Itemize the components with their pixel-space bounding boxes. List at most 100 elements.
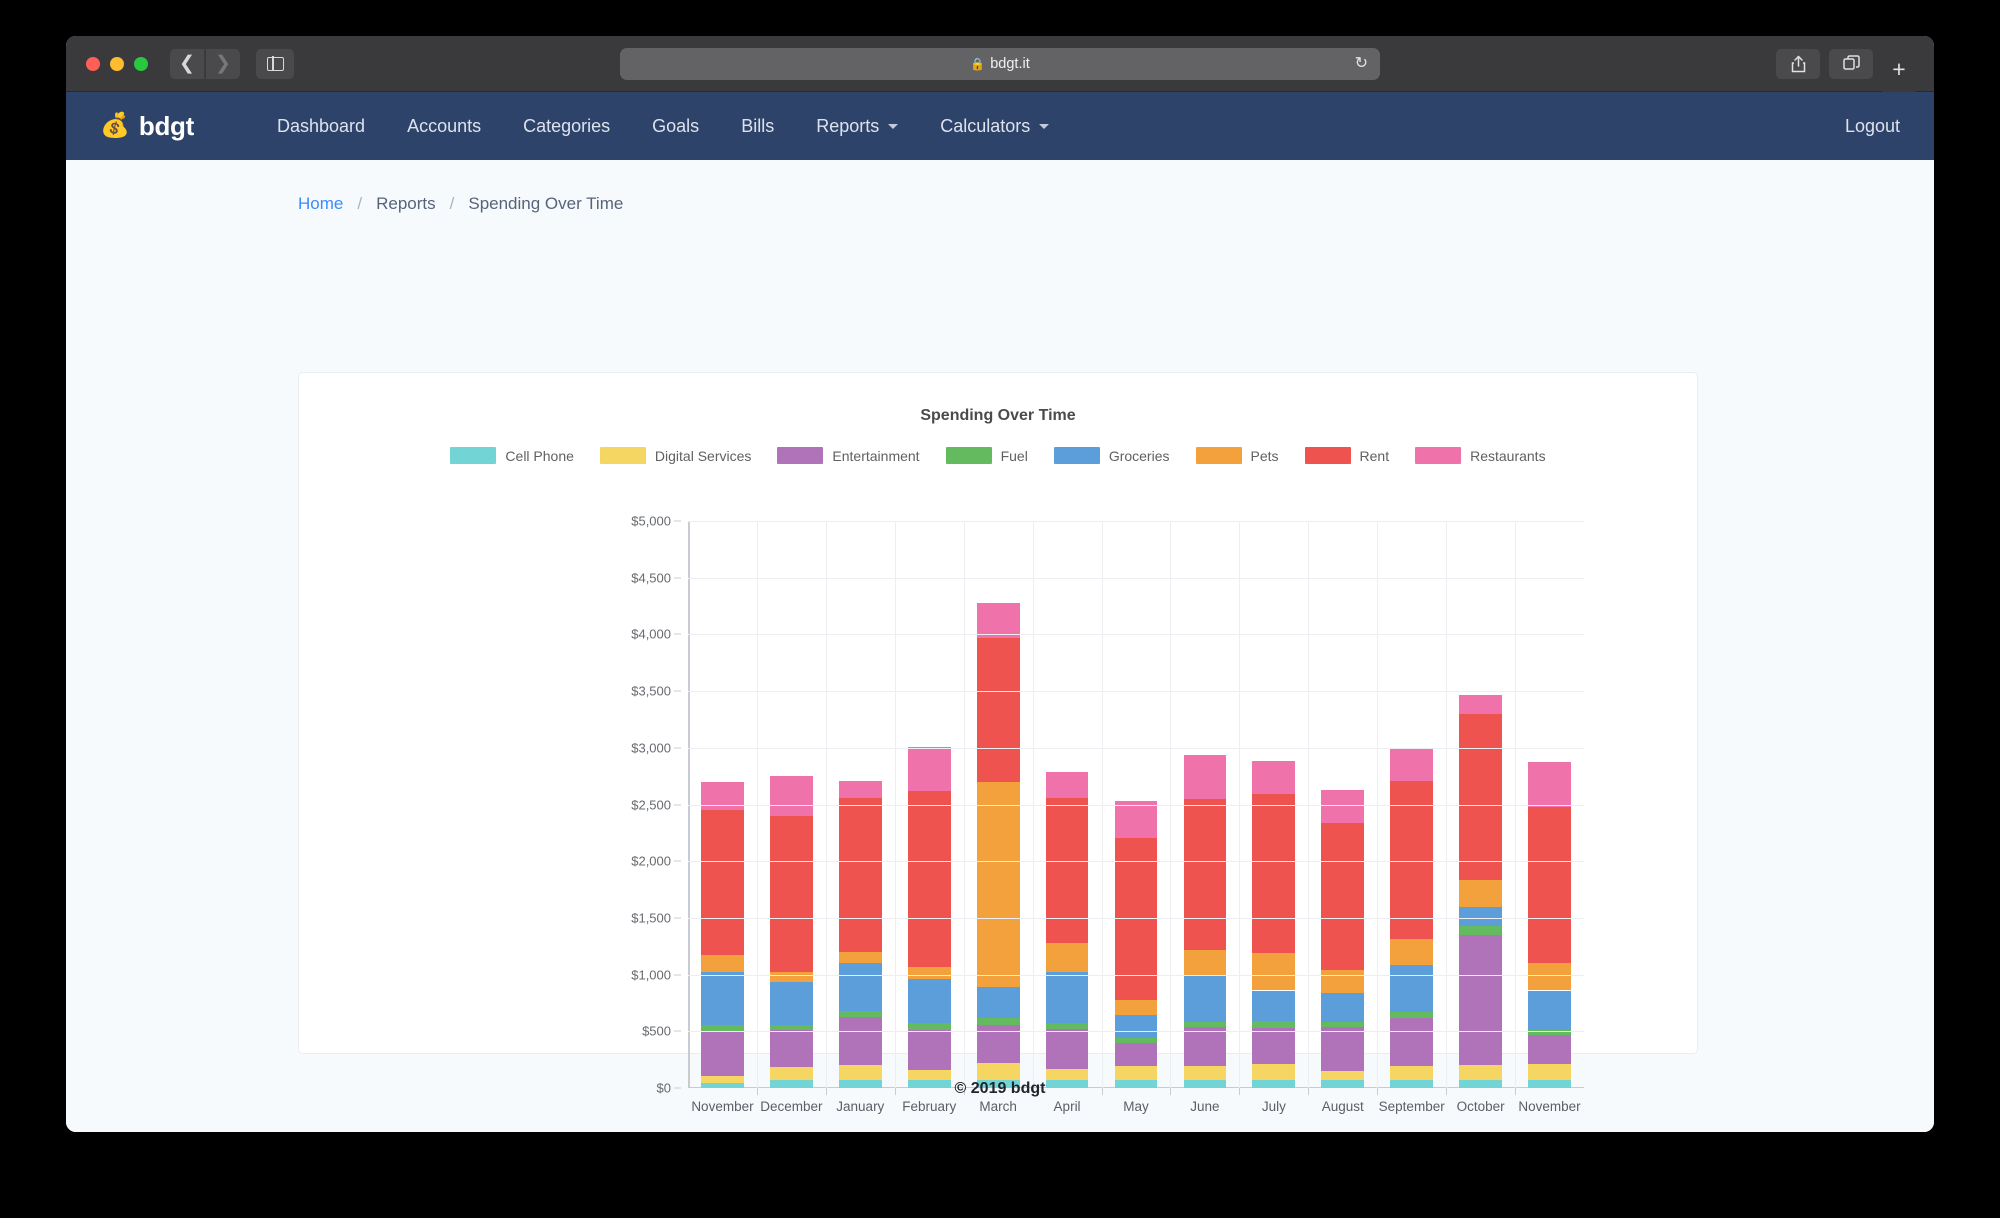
legend-item[interactable]: Restaurants: [1415, 447, 1546, 464]
bar-segment[interactable]: [1528, 1035, 1571, 1064]
bar-segment[interactable]: [1045, 942, 1089, 972]
nav-item-calculators[interactable]: Calculators: [919, 116, 1070, 137]
bar-stack[interactable]: [770, 776, 813, 1088]
bar-segment[interactable]: [1114, 1038, 1158, 1044]
bar-segment[interactable]: [1252, 1027, 1296, 1065]
bar-segment[interactable]: [1321, 822, 1365, 971]
bar-segment[interactable]: [1321, 1071, 1365, 1081]
sidebar-toggle-icon[interactable]: [256, 48, 294, 79]
bar-segment[interactable]: [1045, 1029, 1089, 1069]
breadcrumb-reports[interactable]: Reports: [376, 194, 436, 214]
bar-stack[interactable]: [1528, 761, 1571, 1088]
bar-segment[interactable]: [770, 981, 813, 1025]
bar-segment[interactable]: [1528, 990, 1571, 1030]
bar-segment[interactable]: [701, 955, 744, 973]
bar-segment[interactable]: [701, 810, 744, 956]
legend-item[interactable]: Cell Phone: [450, 447, 574, 464]
bar-segment[interactable]: [838, 1064, 882, 1081]
bar-segment[interactable]: [1321, 1022, 1365, 1028]
bar-segment[interactable]: [1390, 1018, 1434, 1066]
legend-item[interactable]: Entertainment: [777, 447, 920, 464]
brand-logo[interactable]: 💰 bdgt: [100, 111, 194, 142]
bar-segment[interactable]: [1390, 1012, 1434, 1019]
minimize-window-button[interactable]: [110, 56, 124, 71]
maximize-window-button[interactable]: [134, 56, 148, 71]
bar-segment[interactable]: [1045, 1068, 1089, 1081]
legend-item[interactable]: Pets: [1195, 447, 1279, 464]
nav-item-bills[interactable]: Bills: [720, 116, 795, 137]
bar-segment[interactable]: [976, 637, 1020, 783]
legend-item[interactable]: Rent: [1304, 447, 1389, 464]
bar-stack[interactable]: [701, 781, 744, 1088]
bar-segment[interactable]: [1321, 970, 1365, 993]
bar-segment[interactable]: [1183, 950, 1227, 977]
logout-button[interactable]: Logout: [1845, 116, 1900, 137]
bar-segment[interactable]: [1183, 799, 1227, 951]
bar-segment[interactable]: [1459, 906, 1502, 927]
bar-segment[interactable]: [1252, 761, 1296, 795]
reload-icon[interactable]: ↻: [1355, 55, 1368, 72]
forward-icon[interactable]: ❯: [206, 48, 240, 79]
bar-segment[interactable]: [1252, 990, 1296, 1022]
bar-segment[interactable]: [1183, 754, 1227, 800]
bar-stack[interactable]: [838, 781, 882, 1088]
bar-segment[interactable]: [1183, 1027, 1227, 1066]
bar-segment[interactable]: [1114, 1015, 1158, 1039]
share-icon[interactable]: [1776, 48, 1820, 79]
bar-segment[interactable]: [770, 776, 813, 817]
bar-segment[interactable]: [770, 1067, 813, 1080]
bar-segment[interactable]: [1321, 789, 1365, 823]
bar-segment[interactable]: [701, 781, 744, 811]
bar-segment[interactable]: [907, 1023, 951, 1030]
bar-stack[interactable]: [976, 602, 1020, 1088]
bar-stack[interactable]: [1045, 771, 1089, 1088]
bar-segment[interactable]: [1459, 879, 1502, 907]
nav-item-reports[interactable]: Reports: [795, 116, 919, 137]
bar-segment[interactable]: [976, 602, 1020, 638]
bar-segment[interactable]: [1528, 807, 1571, 964]
bar-stack[interactable]: [1321, 789, 1365, 1088]
bar-segment[interactable]: [907, 1029, 951, 1071]
bar-segment[interactable]: [907, 1070, 951, 1081]
bar-segment[interactable]: [838, 1016, 882, 1065]
bar-segment[interactable]: [701, 972, 744, 1026]
nav-item-accounts[interactable]: Accounts: [386, 116, 502, 137]
url-bar[interactable]: 🔒 bdgt.it ↻: [620, 47, 1380, 80]
bar-segment[interactable]: [976, 1018, 1020, 1026]
bar-stack[interactable]: [1252, 761, 1296, 1088]
bar-segment[interactable]: [1528, 761, 1571, 808]
nav-item-goals[interactable]: Goals: [631, 116, 720, 137]
bar-segment[interactable]: [1252, 794, 1296, 954]
bar-segment[interactable]: [976, 1062, 1020, 1080]
legend-item[interactable]: Digital Services: [599, 447, 751, 464]
nav-item-categories[interactable]: Categories: [502, 116, 631, 137]
bar-segment[interactable]: [1390, 939, 1434, 965]
bar-segment[interactable]: [1390, 1065, 1434, 1080]
bar-segment[interactable]: [1183, 976, 1227, 1022]
bar-segment[interactable]: [1114, 999, 1158, 1016]
bar-segment[interactable]: [1114, 800, 1158, 838]
bar-segment[interactable]: [1183, 1065, 1227, 1080]
bar-segment[interactable]: [1390, 964, 1434, 1013]
bar-segment[interactable]: [1114, 1065, 1158, 1080]
bar-segment[interactable]: [907, 978, 951, 1024]
bar-segment[interactable]: [770, 1024, 813, 1031]
bar-segment[interactable]: [838, 781, 882, 798]
bar-segment[interactable]: [1459, 714, 1502, 880]
nav-item-dashboard[interactable]: Dashboard: [256, 116, 386, 137]
bar-segment[interactable]: [1459, 1065, 1502, 1080]
bar-segment[interactable]: [1459, 934, 1502, 1066]
bar-segment[interactable]: [1321, 992, 1365, 1023]
back-icon[interactable]: ❮: [170, 48, 204, 79]
bar-segment[interactable]: [770, 816, 813, 973]
bar-segment[interactable]: [1459, 694, 1502, 715]
legend-item[interactable]: Fuel: [945, 447, 1028, 464]
bar-segment[interactable]: [1390, 748, 1434, 781]
bar-segment[interactable]: [1114, 1043, 1158, 1066]
bar-segment[interactable]: [976, 986, 1020, 1019]
bar-segment[interactable]: [770, 1030, 813, 1068]
bar-segment[interactable]: [907, 747, 951, 792]
legend-item[interactable]: Groceries: [1053, 447, 1170, 464]
close-window-button[interactable]: [86, 56, 100, 71]
bar-segment[interactable]: [1252, 953, 1296, 991]
